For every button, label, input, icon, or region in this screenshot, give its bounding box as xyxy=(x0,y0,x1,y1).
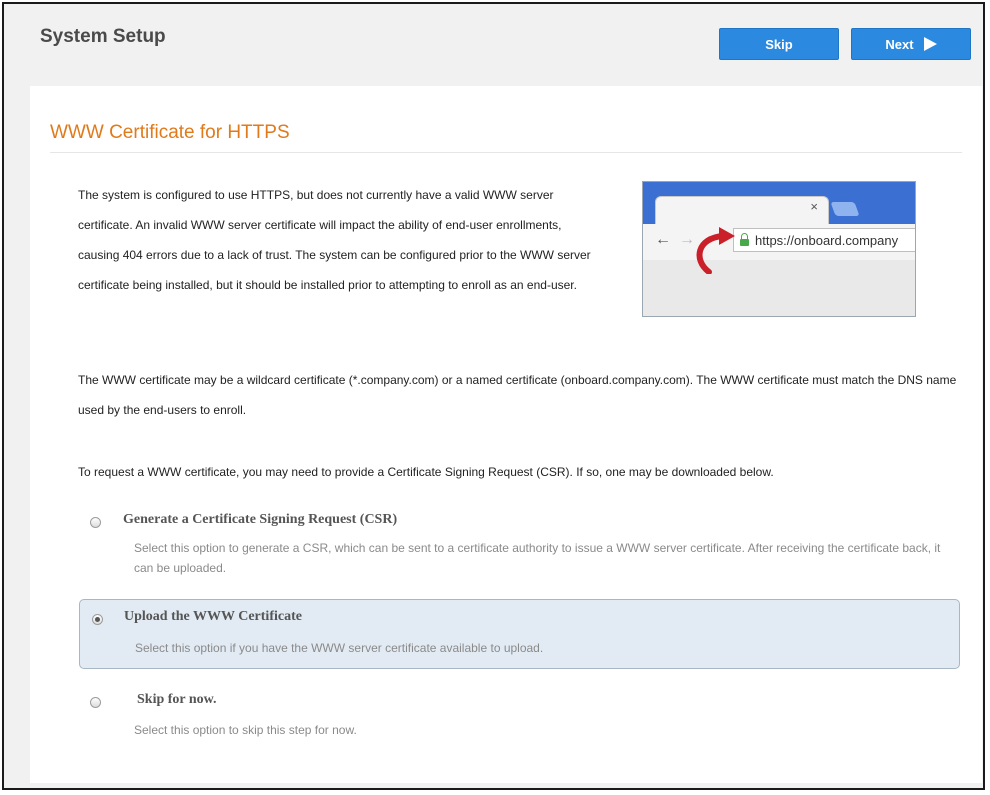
address-url: https://onboard.company xyxy=(755,232,899,248)
tab-close-icon: × xyxy=(810,199,818,214)
radio-upload-certificate[interactable] xyxy=(92,614,103,625)
radio-skip-for-now[interactable] xyxy=(90,697,101,708)
option-label: Generate a Certificate Signing Request (… xyxy=(123,512,398,527)
option-label: Skip for now. xyxy=(137,692,217,707)
section-divider xyxy=(50,152,962,153)
intro-paragraph: The system is configured to use HTTPS, b… xyxy=(78,188,591,292)
setup-window: System Setup Skip Next WWW Certificate f… xyxy=(2,2,985,790)
option-description: Select this option if you have the WWW s… xyxy=(135,641,544,655)
back-arrow-icon: ← xyxy=(655,231,671,248)
page-title: System Setup xyxy=(40,26,166,47)
option-upload-certificate[interactable]: Upload the WWW Certificate Select this o… xyxy=(79,599,960,669)
skip-button-label: Skip xyxy=(765,36,793,52)
option-description: Select this option to generate a CSR, wh… xyxy=(134,541,941,575)
browser-https-illustration: × ← → https://onboard.company xyxy=(642,181,916,317)
option-description: Select this option to skip this step for… xyxy=(134,723,357,737)
next-button-label: Next xyxy=(885,36,914,52)
option-generate-csr[interactable]: Generate a Certificate Signing Request (… xyxy=(78,504,960,584)
section-title: WWW Certificate for HTTPS xyxy=(50,122,290,143)
curved-arrow-icon xyxy=(696,227,735,274)
play-arrow-icon xyxy=(923,37,937,51)
next-button[interactable]: Next xyxy=(851,28,971,60)
radio-generate-csr[interactable] xyxy=(90,517,101,528)
wildcard-paragraph: The WWW certificate may be a wildcard ce… xyxy=(78,373,957,417)
content-panel: WWW Certificate for HTTPS The system is … xyxy=(30,86,982,783)
address-bar: https://onboard.company xyxy=(733,228,915,252)
skip-button[interactable]: Skip xyxy=(719,28,839,60)
new-tab-icon xyxy=(830,202,860,216)
browser-tab: × xyxy=(655,196,829,227)
browser-toolbar: ← → https://onboard.company xyxy=(643,224,915,260)
option-label: Upload the WWW Certificate xyxy=(124,609,302,624)
option-skip-for-now[interactable]: Skip for now. Select this option to skip… xyxy=(78,684,960,744)
csr-paragraph: To request a WWW certificate, you may ne… xyxy=(78,465,774,479)
